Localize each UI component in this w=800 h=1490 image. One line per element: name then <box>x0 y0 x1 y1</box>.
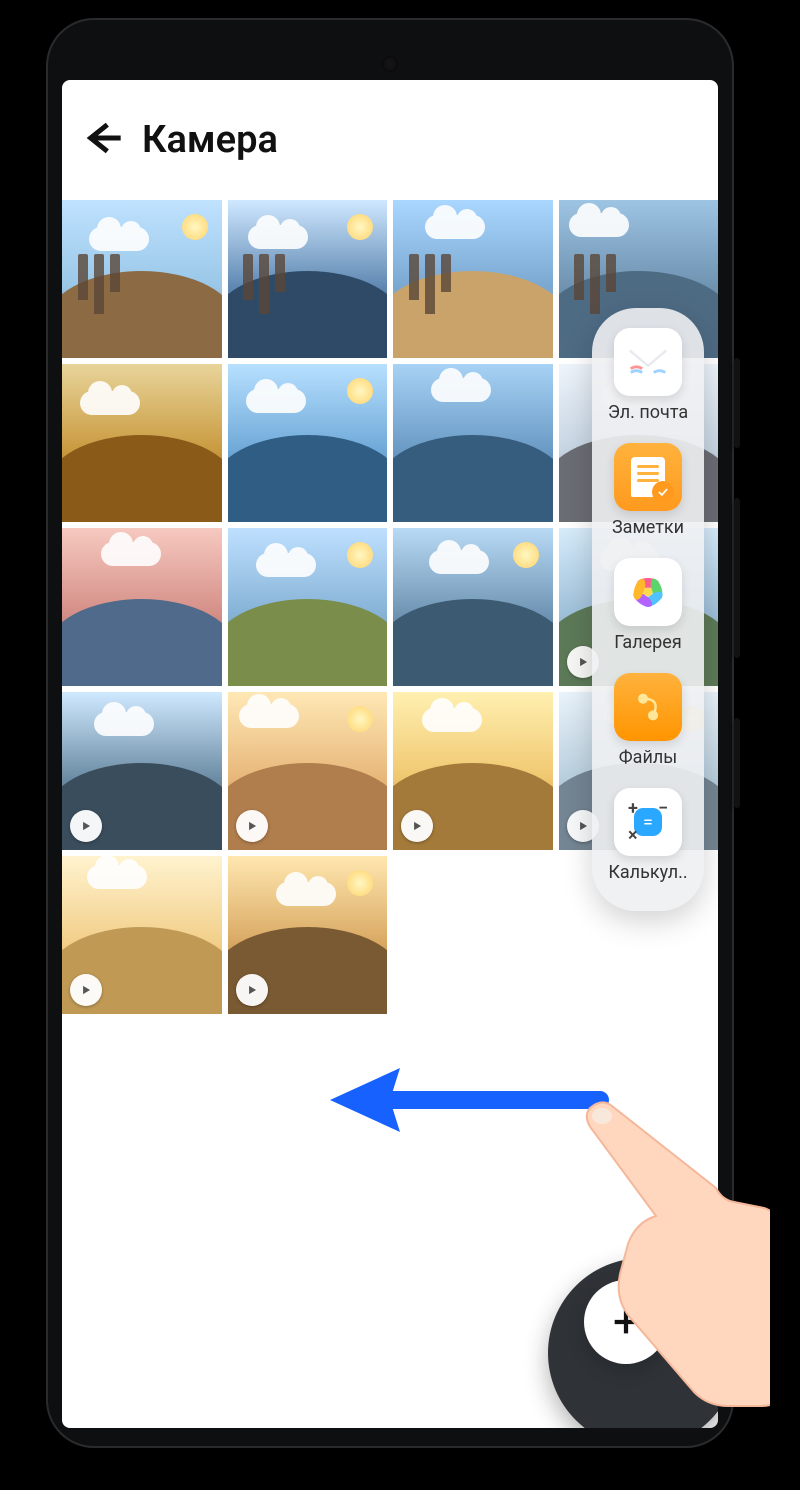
files-icon <box>614 673 682 741</box>
thumbnail[interactable] <box>393 364 553 522</box>
play-icon <box>70 810 102 842</box>
thumbnail[interactable] <box>228 692 388 850</box>
dock-label: Заметки <box>612 517 684 538</box>
side-button-3 <box>734 718 740 808</box>
calculator-icon: +−×= <box>614 788 682 856</box>
header: Камера <box>62 80 718 200</box>
dock-item-mail[interactable]: Эл. почта <box>592 328 704 423</box>
play-icon <box>236 974 268 1006</box>
dock-label: Файлы <box>619 747 677 768</box>
side-button-2 <box>734 498 740 658</box>
dock-item-notes[interactable]: Заметки <box>592 443 704 538</box>
thumbnail[interactable] <box>62 200 222 358</box>
dock-item-calculator[interactable]: +−×= Калькул.. <box>592 788 704 883</box>
dock-label: Галерея <box>614 632 681 653</box>
dock-label: Калькул.. <box>608 862 687 883</box>
back-icon[interactable] <box>84 118 124 162</box>
dock-item-gallery[interactable]: Галерея <box>592 558 704 653</box>
gallery-icon <box>614 558 682 626</box>
thumbnail[interactable] <box>62 692 222 850</box>
notes-icon <box>614 443 682 511</box>
thumbnail[interactable] <box>393 200 553 358</box>
play-icon <box>70 974 102 1006</box>
thumbnail[interactable] <box>62 364 222 522</box>
thumbnail[interactable] <box>228 200 388 358</box>
thumbnail[interactable] <box>393 528 553 686</box>
play-icon <box>401 810 433 842</box>
page-title: Камера <box>142 118 278 162</box>
thumbnail[interactable] <box>62 856 222 1014</box>
thumbnail[interactable] <box>62 528 222 686</box>
empty-cell <box>393 856 553 1014</box>
mail-icon <box>614 328 682 396</box>
play-icon <box>236 810 268 842</box>
side-button-1 <box>734 358 740 448</box>
thumbnail[interactable] <box>228 856 388 1014</box>
hand-pointer-icon <box>560 1100 770 1414</box>
thumbnail[interactable] <box>228 364 388 522</box>
thumbnail[interactable] <box>228 528 388 686</box>
thumbnail[interactable] <box>393 692 553 850</box>
app-dock[interactable]: Эл. почта Заметки <box>592 308 704 911</box>
dock-item-files[interactable]: Файлы <box>592 673 704 768</box>
dock-label: Эл. почта <box>608 402 688 423</box>
